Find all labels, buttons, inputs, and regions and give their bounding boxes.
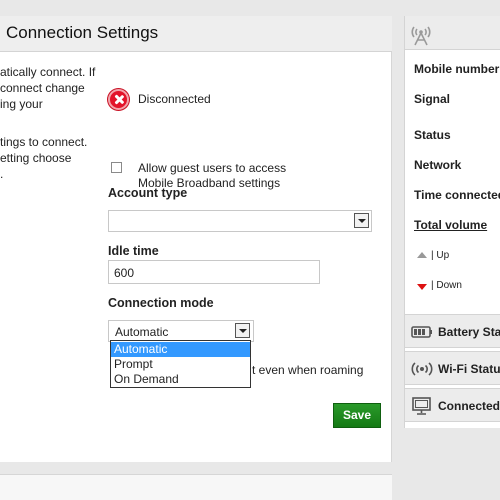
battery-status-label: Battery Sta — [438, 325, 500, 339]
guest-access-checkbox[interactable] — [111, 162, 122, 173]
option-prompt[interactable]: Prompt — [111, 357, 250, 372]
connected-label: Connected — [438, 399, 500, 413]
description-line-6: . — [0, 167, 4, 181]
antenna-tower-icon — [411, 26, 431, 46]
battery-icon — [411, 326, 432, 338]
roaming-label: t even when roaming — [252, 363, 364, 377]
disconnected-icon — [108, 89, 129, 110]
wifi-status-section[interactable]: Wi-Fi Status — [405, 351, 500, 385]
guest-access-label-line1: Allow guest users to access — [138, 161, 287, 175]
connection-settings-panel: Connection Settings atically connect. If… — [0, 16, 392, 462]
account-type-label: Account type — [108, 186, 188, 200]
network-label: Network — [414, 158, 462, 172]
status-side-panel: Mobile number Signal Status Network Time… — [404, 16, 500, 428]
account-type-select[interactable] — [108, 210, 372, 232]
idle-time-input[interactable]: 600 — [108, 260, 320, 284]
signal-label: Signal — [414, 92, 451, 106]
mobile-number-label: Mobile number — [414, 62, 500, 76]
description-line-1: atically connect. If — [0, 65, 96, 79]
connection-mode-select[interactable]: Automatic — [108, 320, 254, 342]
description-line-4: tings to connect. — [0, 135, 88, 149]
total-volume-link[interactable]: Total volume — [414, 218, 487, 232]
option-automatic[interactable]: Automatic — [111, 342, 250, 357]
download-arrow-icon — [417, 284, 427, 290]
side-header — [405, 16, 500, 50]
connection-status: Disconnected — [138, 92, 211, 106]
chevron-down-icon[interactable] — [235, 323, 250, 338]
connection-mode-label: Connection mode — [108, 296, 214, 310]
wifi-status-label: Wi-Fi Status — [438, 362, 500, 376]
page-title: Connection Settings — [6, 23, 159, 42]
panel-header: Connection Settings — [0, 16, 392, 52]
time-connected-label: Time connected — [414, 188, 500, 202]
description-line-3: ing your — [0, 97, 43, 111]
connection-mode-value: Automatic — [115, 325, 169, 339]
idle-time-label: Idle time — [108, 244, 159, 258]
save-button[interactable]: Save — [333, 403, 381, 428]
status-label: Status — [414, 128, 451, 142]
bottom-panel — [0, 474, 392, 500]
description-line-5: etting choose — [0, 151, 72, 165]
option-on-demand[interactable]: On Demand — [111, 372, 250, 387]
monitor-icon — [412, 397, 431, 415]
wifi-icon — [411, 362, 433, 376]
connection-mode-dropdown: Automatic Prompt On Demand — [110, 340, 251, 388]
upload-label: | Up — [431, 250, 450, 261]
download-label: | Down — [431, 280, 462, 291]
battery-status-section[interactable]: Battery Sta — [405, 314, 500, 348]
description-line-2: connect change — [0, 81, 85, 95]
chevron-down-icon[interactable] — [354, 213, 369, 228]
upload-arrow-icon — [417, 252, 427, 258]
connected-devices-section[interactable]: Connected — [405, 388, 500, 422]
